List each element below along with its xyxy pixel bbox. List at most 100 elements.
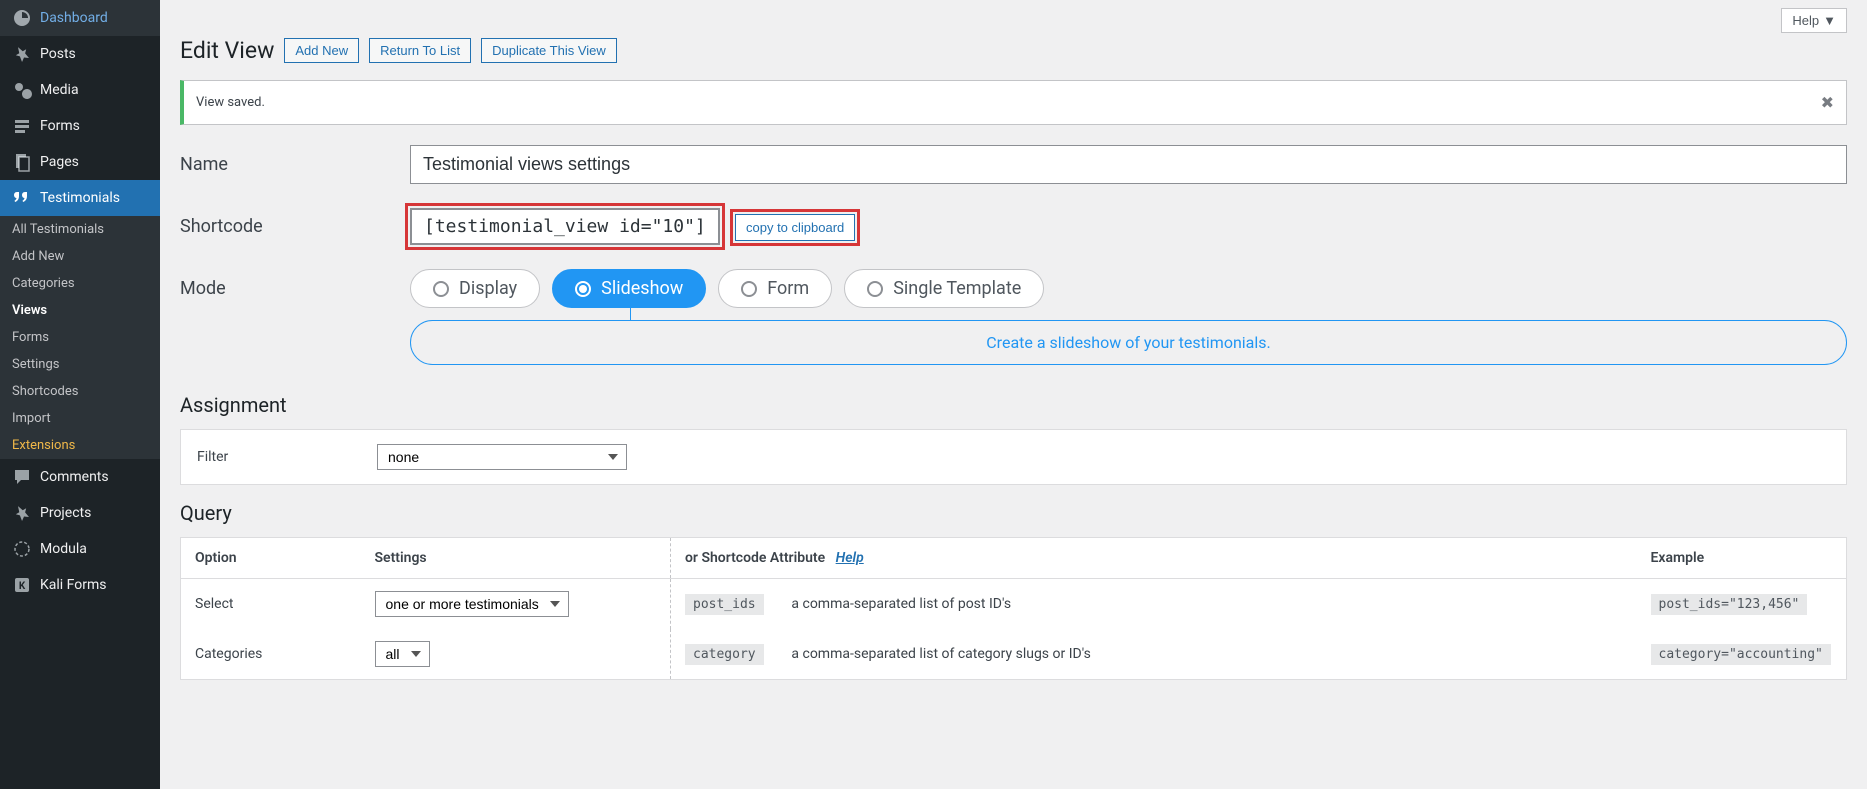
sidebar-item-modula[interactable]: Modula [0,531,160,567]
mode-option-display[interactable]: Display [410,269,540,308]
sidebar-item-dashboard[interactable]: Dashboard [0,0,160,36]
categories-dropdown[interactable]: all [375,641,430,667]
top-bar: Help ▼ [180,0,1847,33]
comment-icon [12,467,32,487]
success-notice: View saved. ✖ [180,80,1847,125]
sidebar-item-label: Posts [40,46,76,62]
submenu-shortcodes[interactable]: Shortcodes [0,378,160,405]
attr-desc: a comma-separated list of post ID's [791,596,1011,612]
sidebar-item-label: Dashboard [40,10,108,26]
mode-option-form[interactable]: Form [718,269,832,308]
sidebar-item-pages[interactable]: Pages [0,144,160,180]
sidebar-item-label: Comments [40,469,109,485]
kali-icon: K [12,575,32,595]
submenu-views[interactable]: Views [0,297,160,324]
col-attribute: or Shortcode Attribute Help [671,538,1637,579]
name-input[interactable] [410,145,1847,184]
mode-option-label: Slideshow [601,278,683,299]
col-settings: Settings [361,538,671,579]
submenu-add-new[interactable]: Add New [0,243,160,270]
cell-attribute: category a comma-separated list of categ… [671,629,1637,680]
sidebar-item-media[interactable]: Media [0,72,160,108]
query-row-categories: Categories all category a comma-separate… [181,629,1847,680]
assignment-panel: Filter none [180,429,1847,485]
pages-icon [12,152,32,172]
dashboard-icon [12,8,32,28]
query-table: Option Settings or Shortcode Attribute H… [180,537,1847,680]
cell-settings: all [361,629,671,680]
cell-settings: one or more testimonials [361,579,671,630]
radio-icon [741,281,757,297]
mode-row: Mode Display Slideshow Form Single Templ… [180,269,1847,308]
mode-option-single-template[interactable]: Single Template [844,269,1044,308]
radio-icon [433,281,449,297]
pin-icon [12,503,32,523]
select-testimonials-dropdown[interactable]: one or more testimonials [375,591,569,617]
mode-option-label: Display [459,278,517,299]
query-heading: Query [180,501,1847,525]
duplicate-view-button[interactable]: Duplicate This View [481,38,617,63]
return-to-list-button[interactable]: Return To List [369,38,471,63]
dismiss-notice-icon[interactable]: ✖ [1821,93,1834,112]
sidebar-submenu: All Testimonials Add New Categories View… [0,216,160,459]
attr-code: post_ids [685,594,764,615]
submenu-all-testimonials[interactable]: All Testimonials [0,216,160,243]
cell-option: Categories [181,629,361,680]
notice-text: View saved. [196,95,265,110]
sidebar-item-kali-forms[interactable]: K Kali Forms [0,567,160,603]
sidebar-item-testimonials[interactable]: Testimonials [0,180,160,216]
shortcode-value: [testimonial_view id="10"] [410,208,720,245]
modula-icon [12,539,32,559]
mode-option-label: Single Template [893,278,1021,299]
help-link[interactable]: Help [836,550,864,566]
sidebar-item-comments[interactable]: Comments [0,459,160,495]
chevron-down-icon: ▼ [1823,13,1836,28]
attr-code: category [685,644,764,665]
cell-option: Select [181,579,361,630]
add-new-button[interactable]: Add New [284,38,359,63]
submenu-extensions[interactable]: Extensions [0,432,160,459]
sidebar-item-label: Forms [40,118,80,134]
mode-description-wrap: Create a slideshow of your testimonials. [410,320,1847,365]
name-label: Name [180,154,410,175]
filter-label: Filter [197,449,377,465]
sidebar-item-label: Kali Forms [40,577,107,593]
query-row-select: Select one or more testimonials post_ids… [181,579,1847,630]
sidebar-item-posts[interactable]: Posts [0,36,160,72]
mode-connector-line [630,300,631,320]
mode-option-label: Form [767,278,809,299]
sidebar-item-label: Projects [40,505,91,521]
help-toggle[interactable]: Help ▼ [1781,8,1847,33]
quote-icon [12,188,32,208]
sidebar-item-label: Testimonials [40,190,120,206]
filter-select[interactable]: none [377,444,627,470]
name-row: Name [180,145,1847,184]
filter-row: Filter none [197,444,1830,470]
example-code: post_ids="123,456" [1651,594,1808,615]
shortcode-controls: [testimonial_view id="10"] copy to clipb… [410,208,855,245]
submenu-forms[interactable]: Forms [0,324,160,351]
col-option: Option [181,538,361,579]
radio-icon [867,281,883,297]
cell-attribute: post_ids a comma-separated list of post … [671,579,1637,630]
copy-to-clipboard-button[interactable]: copy to clipboard [735,214,855,241]
submenu-categories[interactable]: Categories [0,270,160,297]
sidebar-item-projects[interactable]: Projects [0,495,160,531]
example-code: category="accounting" [1651,644,1831,665]
shortcode-row: Shortcode [testimonial_view id="10"] cop… [180,208,1847,245]
svg-text:K: K [19,581,26,592]
shortcode-label: Shortcode [180,216,410,237]
cell-example: post_ids="123,456" [1637,579,1847,630]
col-example: Example [1637,538,1847,579]
submenu-settings[interactable]: Settings [0,351,160,378]
attr-desc: a comma-separated list of category slugs… [791,646,1090,662]
media-icon [12,80,32,100]
page-title: Edit View [180,37,274,64]
col-attr-text: or Shortcode Attribute [685,550,825,566]
mode-options: Display Slideshow Form Single Template [410,269,1044,308]
main-content: Help ▼ Edit View Add New Return To List … [160,0,1867,789]
sidebar-item-forms[interactable]: Forms [0,108,160,144]
cell-example: category="accounting" [1637,629,1847,680]
sidebar-item-label: Pages [40,154,79,170]
submenu-import[interactable]: Import [0,405,160,432]
